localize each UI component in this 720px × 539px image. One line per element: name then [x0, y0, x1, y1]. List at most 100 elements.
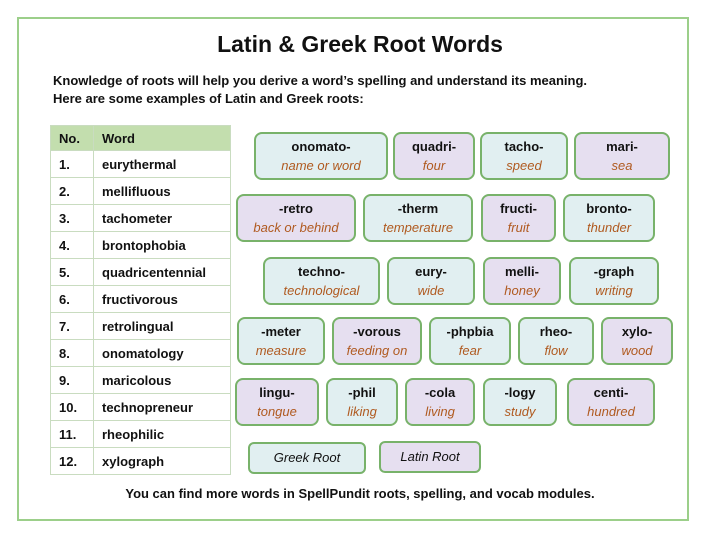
root-tile-xylo: xylo- wood [601, 317, 673, 365]
root-meaning: fear [458, 343, 482, 358]
table-row: 10. technopreneur [50, 393, 231, 421]
page-title: Latin & Greek Root Words [217, 31, 503, 57]
legend-latin-root: Latin Root [379, 441, 481, 473]
root-meaning: honey [504, 283, 540, 298]
root-meaning: wide [417, 283, 445, 298]
root-tile-phil: -phil liking [326, 378, 398, 426]
root-tile-bronto: bronto- thunder [563, 194, 655, 242]
row-word: technopreneur [93, 393, 231, 421]
table-row: 4. brontophobia [50, 231, 231, 259]
root-label: -graph [593, 264, 635, 279]
root-label: -logy [504, 385, 536, 400]
root-tile-lingu: lingu- tongue [235, 378, 319, 426]
root-meaning: temperature [382, 220, 454, 235]
table-row: 8. onomatology [50, 339, 231, 367]
root-tile-vorous: -vorous feeding on [332, 317, 422, 365]
table-row: 3. tachometer [50, 204, 231, 232]
root-label: -retro [279, 201, 313, 216]
row-word: maricolous [93, 366, 231, 394]
row-word: brontophobia [93, 231, 231, 259]
root-tile-graph: -graph writing [569, 257, 659, 305]
root-meaning: liking [347, 404, 377, 419]
root-tile-phpbia: -phpbia fear [429, 317, 511, 365]
root-label: eury- [415, 264, 447, 279]
root-meaning: name or word [281, 158, 361, 173]
row-number: 4. [50, 231, 94, 259]
row-word: rheophilic [93, 420, 231, 448]
root-meaning: hundred [587, 404, 635, 419]
row-number: 11. [50, 420, 94, 448]
root-tile-centi: centi- hundred [567, 378, 655, 426]
row-number: 10. [50, 393, 94, 421]
root-label: -phpbia [446, 324, 494, 339]
root-meaning: tongue [257, 404, 297, 419]
root-meaning: feeding on [346, 343, 408, 358]
row-word: mellifluous [93, 177, 231, 205]
row-word: fructivorous [93, 285, 231, 313]
root-meaning: measure [255, 343, 307, 358]
root-label: centi- [593, 385, 629, 400]
root-tile-logy: -logy study [483, 378, 557, 426]
row-word: retrolingual [93, 312, 231, 340]
root-label: -therm [397, 201, 439, 216]
intro-text: Knowledge of roots will help you derive … [53, 72, 693, 108]
header-no: No. [50, 125, 94, 151]
root-label: techno- [298, 264, 345, 279]
row-word: xylograph [93, 447, 231, 475]
root-meaning: back or behind [253, 220, 339, 235]
root-tile-eury: eury- wide [387, 257, 475, 305]
root-meaning: technological [283, 283, 360, 298]
root-label: -phil [348, 385, 376, 400]
table-row: 11. rheophilic [50, 420, 231, 448]
root-label: bronto- [586, 201, 632, 216]
intro-line-1: Knowledge of roots will help you derive … [53, 73, 588, 88]
row-number: 12. [50, 447, 94, 475]
row-number: 3. [50, 204, 94, 232]
row-word: tachometer [93, 204, 231, 232]
root-label: mari- [606, 139, 638, 154]
root-label: fructi- [500, 201, 537, 216]
table-row: 1. eurythermal [50, 150, 231, 178]
root-label: quadri- [411, 139, 457, 154]
root-tile-therm: -therm temperature [363, 194, 473, 242]
row-word: eurythermal [93, 150, 231, 178]
root-label: onomato- [291, 139, 351, 154]
root-tile-mari: mari- sea [574, 132, 670, 180]
root-tile-retro: -retro back or behind [236, 194, 356, 242]
root-tile-melli: melli- honey [483, 257, 561, 305]
root-meaning: four [422, 158, 446, 173]
root-meaning: speed [506, 158, 542, 173]
table-row: 2. mellifluous [50, 177, 231, 205]
root-label: lingu- [259, 385, 295, 400]
row-number: 8. [50, 339, 94, 367]
row-word: quadricentennial [93, 258, 231, 286]
words-table: No. Word 1. eurythermal 2. mellifluous 3. t… [50, 125, 231, 475]
root-tile-techno: techno- technological [263, 257, 380, 305]
root-label: -vorous [353, 324, 401, 339]
root-meaning: living [425, 404, 455, 419]
row-number: 5. [50, 258, 94, 286]
table-row: 6. fructivorous [50, 285, 231, 313]
root-label: tacho- [504, 139, 544, 154]
root-label: xylo- [621, 324, 653, 339]
root-tile-rheo: rheo- flow [518, 317, 594, 365]
row-number: 1. [50, 150, 94, 178]
root-tile-meter: -meter measure [237, 317, 325, 365]
root-tile-quadri: quadri- four [393, 132, 475, 180]
row-number: 6. [50, 285, 94, 313]
root-label: rheo- [539, 324, 573, 339]
root-meaning: study [504, 404, 536, 419]
root-meaning: writing [595, 283, 633, 298]
intro-line-2: Here are some examples of Latin and Gree… [53, 91, 364, 106]
root-tile-onomato: onomato- name or word [254, 132, 388, 180]
root-tile-fructi: fructi- fruit [481, 194, 556, 242]
root-meaning: fruit [507, 220, 530, 235]
table-header-row: No. Word [50, 125, 231, 151]
root-meaning: thunder [586, 220, 632, 235]
table-row: 12. xylograph [50, 447, 231, 475]
root-label: -cola [424, 385, 456, 400]
header-word: Word [93, 125, 231, 151]
root-meaning: flow [544, 343, 568, 358]
legend-greek-root: Greek Root [248, 442, 366, 474]
table-row: 5. quadricentennial [50, 258, 231, 286]
